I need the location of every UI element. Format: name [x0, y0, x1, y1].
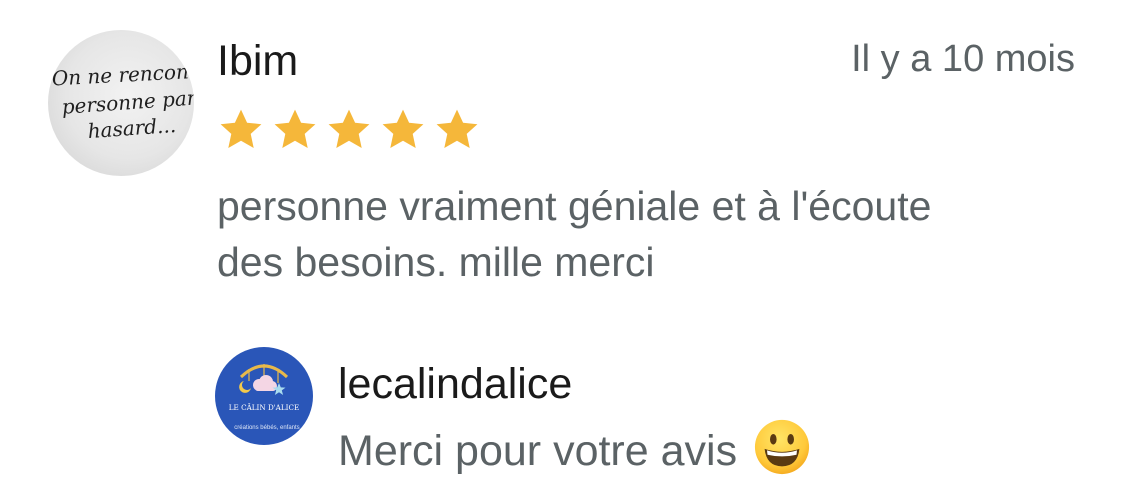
owner-logo-brand: LE CÂLIN D'ALICE	[229, 403, 299, 412]
review-text: personne vraiment géniale et à l'écoute …	[217, 183, 932, 285]
star-icon	[433, 106, 481, 154]
grinning-face-emoji-icon	[753, 418, 811, 476]
user-avatar-image: On ne rencont personne par hasard...	[51, 59, 194, 143]
owner-logo-tagline: créations bébés, enfants	[234, 425, 299, 431]
owner-reply-text-row: Merci pour votre avis	[338, 419, 811, 476]
reviewer-name[interactable]: Ibim	[217, 40, 298, 83]
owner-logo: LE CÂLIN D'ALICE créations bébés, enfant…	[229, 364, 300, 431]
star-icon	[379, 106, 427, 154]
user-avatar[interactable]: On ne rencont personne par hasard...	[48, 30, 194, 176]
avatar-text-line-3: hasard...	[87, 113, 177, 143]
moon-icon	[239, 381, 251, 393]
star-icon	[217, 106, 265, 154]
avatar-text-line-1: On ne rencont	[51, 59, 194, 91]
star-rating	[217, 106, 481, 154]
review-card: On ne rencont personne par hasard... Ibi…	[0, 0, 1125, 486]
owner-avatar[interactable]: LE CÂLIN D'ALICE créations bébés, enfant…	[215, 347, 313, 445]
star-icon	[271, 106, 319, 154]
owner-reply-text: Merci pour votre avis	[338, 426, 738, 475]
review-date: Il y a 10 mois	[851, 38, 1075, 80]
owner-reply-name[interactable]: lecalindalice	[338, 363, 572, 406]
cloud-icon	[253, 375, 277, 391]
star-icon	[325, 106, 373, 154]
